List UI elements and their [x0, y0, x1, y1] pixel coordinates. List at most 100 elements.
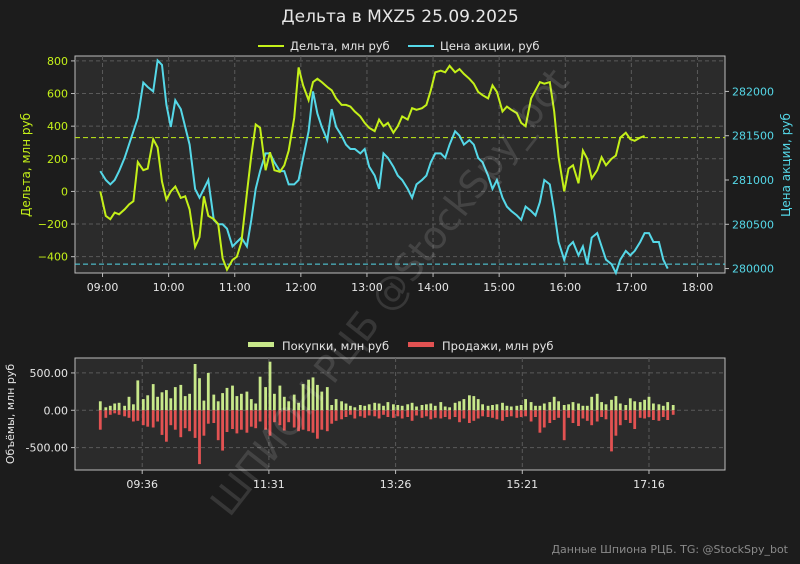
buy-bar [515, 405, 519, 411]
sell-bar [486, 410, 490, 417]
y-left-tick-label: −200 [38, 218, 68, 231]
volume-y-tick-label: 500.00 [30, 367, 69, 380]
buy-bar [610, 399, 613, 411]
sell-bar [577, 410, 580, 426]
sell-bar [377, 410, 381, 419]
sell-bar [400, 410, 404, 419]
sell-bar [358, 410, 362, 417]
sell-bar [113, 410, 117, 414]
volume-x-tick-label: 09:36 [126, 478, 158, 491]
sell-bar [524, 410, 527, 417]
buy-bar [160, 392, 164, 411]
y-right-tick-label: 280500 [732, 218, 774, 231]
buy-bar [581, 405, 585, 411]
sell-bar [325, 410, 329, 432]
sell-bar [165, 410, 168, 442]
sell-bar [216, 410, 220, 441]
buy-bar [156, 396, 159, 411]
buy-bar [108, 405, 112, 411]
buy-bar [534, 405, 537, 411]
buy-bar [567, 404, 570, 411]
buy-bar [353, 407, 357, 411]
sell-bar [386, 410, 390, 417]
buy-bar [179, 384, 183, 411]
buy-bar [420, 405, 424, 411]
sell-bar [415, 410, 418, 416]
buy-bar [358, 405, 362, 411]
buy-bar [117, 402, 121, 411]
buy-bar [439, 402, 443, 411]
buy-bar [476, 399, 480, 411]
y-left-tick-label: 400 [47, 120, 68, 133]
sell-bar [534, 410, 537, 417]
buy-bar [443, 406, 447, 411]
buy-bar [382, 405, 385, 411]
sell-bar [548, 410, 552, 423]
sell-bar [108, 410, 112, 415]
buy-bar [344, 403, 348, 411]
sell-bar [557, 410, 560, 418]
y-right-tick-label: 282000 [732, 85, 774, 98]
buy-bar [462, 399, 466, 411]
sell-bar [146, 410, 150, 427]
sell-bar [567, 410, 570, 418]
buy-bar [657, 404, 661, 411]
x-tick-label: 12:00 [285, 281, 317, 294]
buy-bar [334, 399, 338, 411]
sell-bar [123, 410, 126, 417]
sell-bar [382, 410, 385, 415]
sell-bar [509, 410, 513, 417]
sell-bar [501, 410, 504, 421]
sell-bar [529, 410, 533, 422]
sell-bar [661, 410, 665, 417]
sell-bar [542, 410, 546, 428]
buy-bar [433, 405, 437, 411]
sell-bar [330, 410, 334, 424]
sell-bar [183, 410, 187, 429]
sell-bar [638, 410, 642, 418]
buy-bar [165, 390, 168, 411]
sell-bar [334, 410, 338, 421]
buy-bar [340, 401, 343, 411]
sell-bar [515, 410, 519, 418]
sell-bar [581, 410, 585, 419]
buy-bar [448, 407, 451, 411]
sell-bar [193, 410, 197, 438]
sell-bar [202, 410, 206, 436]
buy-bar [202, 400, 206, 411]
sell-bar [98, 410, 102, 430]
buy-bar [212, 394, 216, 411]
sell-bar [104, 410, 108, 418]
x-tick-label: 15:00 [483, 281, 515, 294]
buy-bar [628, 398, 632, 411]
buy-bar [373, 402, 377, 411]
delta-legend: Дельта, млн руб Цена акции, руб [258, 39, 540, 53]
sell-bar [666, 410, 670, 420]
y-right-tick-label: 281000 [732, 174, 774, 187]
buy-bar [127, 396, 131, 411]
buy-bar [240, 393, 243, 411]
x-tick-label: 09:00 [87, 281, 119, 294]
sell-bar [552, 410, 556, 420]
volume-y-tick-label: 0.00 [44, 404, 69, 417]
volume-x-tick-label: 15:21 [506, 478, 538, 491]
x-tick-label: 11:00 [219, 281, 251, 294]
buy-bar [231, 385, 234, 411]
buy-bar [367, 404, 371, 411]
buy-bar [173, 387, 177, 411]
sell-bar [505, 410, 509, 417]
buy-bar [104, 407, 108, 411]
buy-bar [562, 405, 566, 411]
buy-bar [363, 405, 367, 411]
sell-bar [151, 410, 155, 428]
sell-bar [225, 410, 229, 432]
sell-bar [590, 410, 594, 426]
buy-bar [495, 404, 499, 411]
buy-bar [633, 401, 637, 411]
buy-bar [538, 405, 542, 411]
y-left-tick-label: −400 [38, 251, 68, 264]
sell-bar [476, 410, 480, 419]
sell-bar [453, 410, 457, 417]
x-tick-label: 16:00 [549, 281, 581, 294]
buy-bar [113, 403, 117, 411]
